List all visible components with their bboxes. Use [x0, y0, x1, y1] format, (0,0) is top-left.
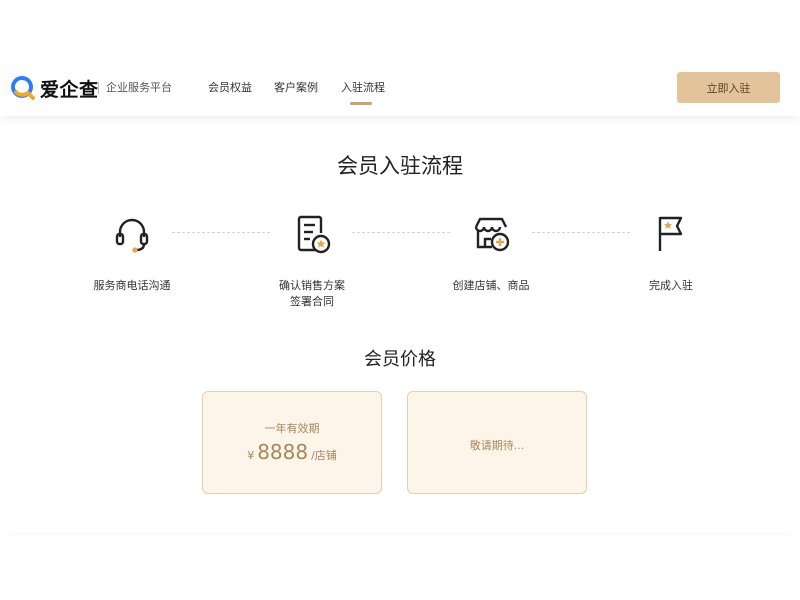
section-divider: [10, 532, 790, 540]
step-create-store: 创建店铺、商品: [411, 213, 571, 294]
nav-member-benefits[interactable]: 会员权益: [208, 79, 252, 95]
logo-text: 爱企查: [40, 78, 99, 101]
price-value: 8888: [257, 440, 309, 464]
step-label-line1: 确认销售方案: [279, 279, 345, 292]
flag-icon: [658, 216, 683, 251]
step-label: 创建店铺、商品: [452, 279, 530, 292]
store-add-icon: [474, 217, 510, 252]
price-period: 一年有效期: [264, 422, 320, 435]
coming-soon-text: 敬请期待...: [469, 439, 525, 452]
process-title: 会员入驻流程: [337, 154, 463, 178]
join-now-button[interactable]: 立即入驻: [677, 72, 780, 103]
price-unit: /店铺: [311, 449, 337, 462]
pricing-title: 会员价格: [364, 349, 436, 370]
price-card-coming-soon[interactable]: 敬请期待...: [407, 391, 587, 494]
top-header: 爱企查 企业服务平台 会员权益 客户案例 入驻流程 立即入驻: [0, 58, 800, 116]
logo[interactable]: 爱企查: [10, 74, 99, 102]
contract-icon: [297, 215, 331, 254]
step-label: 服务商电话沟通: [93, 279, 171, 292]
logo-divider: [98, 82, 99, 94]
price-currency: ¥: [247, 449, 255, 462]
step-label-line2: 签署合同: [290, 295, 334, 308]
nav-active-indicator: [350, 102, 372, 105]
step-complete: 完成入驻: [591, 213, 751, 294]
headset-icon: [115, 218, 149, 253]
nav-onboarding-process[interactable]: 入驻流程: [341, 79, 385, 95]
step-phone-contact: 服务商电话沟通: [52, 213, 212, 294]
price-card-annual[interactable]: 一年有效期 ¥8888/店铺: [202, 391, 382, 494]
logo-subtitle: 企业服务平台: [106, 81, 172, 94]
logo-search-icon: [11, 76, 35, 100]
nav-customer-cases[interactable]: 客户案例: [274, 79, 318, 95]
step-label: 确认销售方案 签署合同: [232, 278, 392, 310]
price-amount: ¥8888/店铺: [203, 440, 381, 464]
step-confirm-contract: 确认销售方案 签署合同: [232, 213, 392, 310]
step-label: 完成入驻: [649, 279, 693, 292]
